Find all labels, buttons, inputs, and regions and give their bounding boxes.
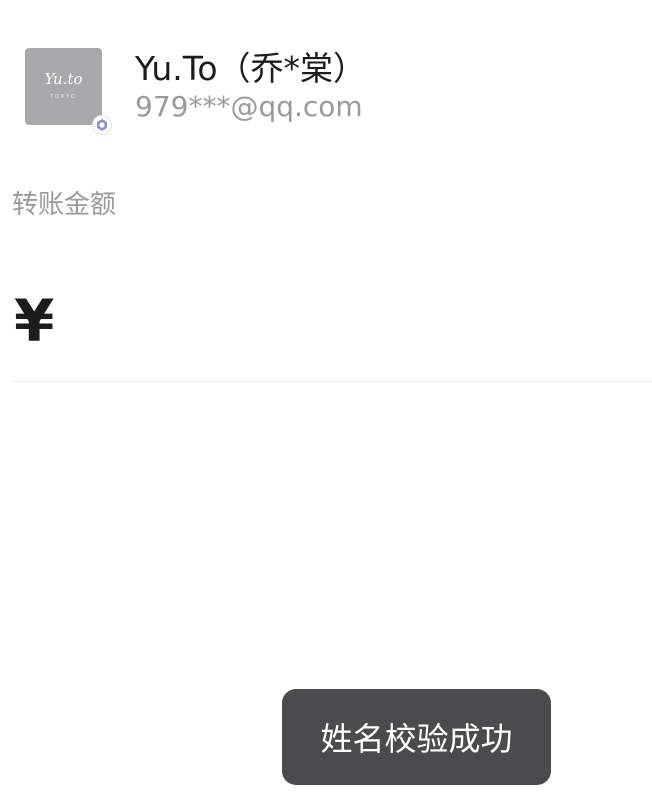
verified-badge-icon: [92, 115, 112, 135]
currency-symbol: ¥: [14, 287, 55, 355]
recipient-account: 979***@qq.com: [135, 90, 363, 123]
avatar-logo-subtext: TOKYO: [50, 94, 77, 100]
amount-divider: [14, 381, 652, 382]
transfer-page: Yu.to TOKYO Yu.To（乔*棠） 979***@qq.com 转账金…: [0, 0, 652, 800]
avatar: Yu.to TOKYO: [25, 48, 112, 135]
avatar-logo-text: Yu.to: [44, 70, 83, 88]
recipient-card: Yu.to TOKYO Yu.To（乔*棠） 979***@qq.com: [24, 38, 634, 138]
amount-input[interactable]: [70, 296, 634, 360]
toast-message: 姓名校验成功: [282, 689, 551, 785]
recipient-name: Yu.To（乔*棠）: [135, 49, 367, 88]
amount-label: 转账金额: [12, 190, 117, 220]
